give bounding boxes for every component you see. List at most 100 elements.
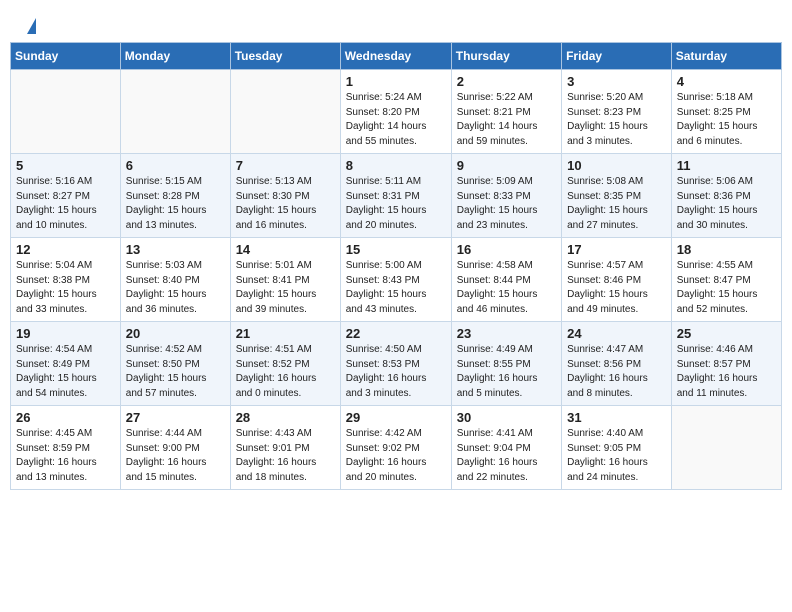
- calendar-cell: 7Sunrise: 5:13 AM Sunset: 8:30 PM Daylig…: [230, 154, 340, 238]
- calendar-cell: 4 Sunrise: 5:18 AM Sunset: 8:25 PM Daylig…: [671, 70, 781, 154]
- day-number: 8: [346, 158, 446, 173]
- calendar-cell: 2Sunrise: 5:22 AM Sunset: 8:21 PM Daylig…: [451, 70, 561, 154]
- day-number: 20: [126, 326, 225, 341]
- cell-sun-info: Sunrise: 5:20 AM Sunset: 8:23 PM Dayligh…: [567, 91, 666, 149]
- cell-sun-info: Sunrise: 5:16 AM Sunset: 8:27 PM Dayligh…: [16, 175, 115, 233]
- cell-sun-info: Sunrise: 4:51 AM Sunset: 8:52 PM Dayligh…: [236, 343, 335, 401]
- day-number: 25: [677, 326, 776, 341]
- day-number: 5: [16, 158, 115, 173]
- day-number: 22: [346, 326, 446, 341]
- cell-sun-info: Sunrise: 5:01 AM Sunset: 8:41 PM Dayligh…: [236, 259, 335, 317]
- calendar-cell: 18Sunrise: 4:55 AM Sunset: 8:47 PM Dayli…: [671, 238, 781, 322]
- day-number: 13: [126, 242, 225, 257]
- calendar-cell: 24 Sunrise: 4:47 AM Sunset: 8:56 PM Dayli…: [562, 322, 672, 406]
- cell-sun-info: Sunrise: 4:40 AM Sunset: 9:05 PM Dayligh…: [567, 427, 666, 485]
- calendar-cell: 20 Sunrise: 4:52 AM Sunset: 8:50 PM Dayli…: [120, 322, 230, 406]
- calendar-week-row: 19 Sunrise: 4:54 AM Sunset: 8:49 PM Dayli…: [11, 322, 782, 406]
- calendar-cell: 28 Sunrise: 4:43 AM Sunset: 9:01 PM Dayli…: [230, 406, 340, 490]
- cell-sun-info: Sunrise: 4:57 AM Sunset: 8:46 PM Dayligh…: [567, 259, 666, 317]
- calendar-cell: [120, 70, 230, 154]
- cell-sun-info: Sunrise: 4:52 AM Sunset: 8:50 PM Dayligh…: [126, 343, 225, 401]
- day-number: 23: [457, 326, 556, 341]
- cell-sun-info: Sunrise: 4:44 AM Sunset: 9:00 PM Dayligh…: [126, 427, 225, 485]
- cell-sun-info: Sunrise: 5:24 AM Sunset: 8:20 PM Dayligh…: [346, 91, 446, 149]
- calendar-cell: [671, 406, 781, 490]
- day-number: 4: [677, 74, 776, 89]
- weekday-header: Monday: [120, 43, 230, 70]
- calendar-table: SundayMondayTuesdayWednesdayThursdayFrid…: [10, 42, 782, 490]
- weekday-header: Wednesday: [340, 43, 451, 70]
- cell-sun-info: Sunrise: 4:54 AM Sunset: 8:49 PM Dayligh…: [16, 343, 115, 401]
- calendar-cell: 10 Sunrise: 5:08 AM Sunset: 8:35 PM Dayli…: [562, 154, 672, 238]
- day-number: 1: [346, 74, 446, 89]
- day-number: 6: [126, 158, 225, 173]
- cell-sun-info: Sunrise: 4:45 AM Sunset: 8:59 PM Dayligh…: [16, 427, 115, 485]
- calendar-cell: 16Sunrise: 4:58 AM Sunset: 8:44 PM Dayli…: [451, 238, 561, 322]
- calendar-cell: 31 Sunrise: 4:40 AM Sunset: 9:05 PM Dayli…: [562, 406, 672, 490]
- calendar-cell: 9 Sunrise: 5:09 AM Sunset: 8:33 PM Daylig…: [451, 154, 561, 238]
- day-number: 14: [236, 242, 335, 257]
- day-number: 24: [567, 326, 666, 341]
- calendar-cell: 11 Sunrise: 5:06 AM Sunset: 8:36 PM Dayli…: [671, 154, 781, 238]
- cell-sun-info: Sunrise: 4:47 AM Sunset: 8:56 PM Dayligh…: [567, 343, 666, 401]
- day-number: 11: [677, 158, 776, 173]
- day-number: 28: [236, 410, 335, 425]
- day-number: 10: [567, 158, 666, 173]
- cell-sun-info: Sunrise: 5:06 AM Sunset: 8:36 PM Dayligh…: [677, 175, 776, 233]
- day-number: 19: [16, 326, 115, 341]
- calendar-cell: 13 Sunrise: 5:03 AM Sunset: 8:40 PM Dayli…: [120, 238, 230, 322]
- page-header: [0, 0, 792, 42]
- logo: [24, 18, 36, 34]
- calendar-cell: 8Sunrise: 5:11 AM Sunset: 8:31 PM Daylig…: [340, 154, 451, 238]
- day-number: 2: [457, 74, 556, 89]
- calendar-cell: 29 Sunrise: 4:42 AM Sunset: 9:02 PM Dayli…: [340, 406, 451, 490]
- calendar-cell: 30 Sunrise: 4:41 AM Sunset: 9:04 PM Dayli…: [451, 406, 561, 490]
- cell-sun-info: Sunrise: 4:50 AM Sunset: 8:53 PM Dayligh…: [346, 343, 446, 401]
- cell-sun-info: Sunrise: 5:18 AM Sunset: 8:25 PM Dayligh…: [677, 91, 776, 149]
- cell-sun-info: Sunrise: 4:43 AM Sunset: 9:01 PM Dayligh…: [236, 427, 335, 485]
- day-number: 3: [567, 74, 666, 89]
- calendar-cell: 12 Sunrise: 5:04 AM Sunset: 8:38 PM Dayli…: [11, 238, 121, 322]
- weekday-header: Sunday: [11, 43, 121, 70]
- cell-sun-info: Sunrise: 5:15 AM Sunset: 8:28 PM Dayligh…: [126, 175, 225, 233]
- calendar-cell: 6 Sunrise: 5:15 AM Sunset: 8:28 PM Daylig…: [120, 154, 230, 238]
- day-number: 12: [16, 242, 115, 257]
- day-number: 30: [457, 410, 556, 425]
- day-number: 15: [346, 242, 446, 257]
- cell-sun-info: Sunrise: 5:08 AM Sunset: 8:35 PM Dayligh…: [567, 175, 666, 233]
- cell-sun-info: Sunrise: 4:49 AM Sunset: 8:55 PM Dayligh…: [457, 343, 556, 401]
- calendar-cell: 14 Sunrise: 5:01 AM Sunset: 8:41 PM Dayli…: [230, 238, 340, 322]
- calendar-cell: 27Sunrise: 4:44 AM Sunset: 9:00 PM Dayli…: [120, 406, 230, 490]
- cell-sun-info: Sunrise: 5:04 AM Sunset: 8:38 PM Dayligh…: [16, 259, 115, 317]
- day-number: 31: [567, 410, 666, 425]
- weekday-header: Saturday: [671, 43, 781, 70]
- day-number: 7: [236, 158, 335, 173]
- cell-sun-info: Sunrise: 4:46 AM Sunset: 8:57 PM Dayligh…: [677, 343, 776, 401]
- calendar-cell: 17 Sunrise: 4:57 AM Sunset: 8:46 PM Dayli…: [562, 238, 672, 322]
- day-number: 29: [346, 410, 446, 425]
- calendar-week-row: 26 Sunrise: 4:45 AM Sunset: 8:59 PM Dayli…: [11, 406, 782, 490]
- cell-sun-info: Sunrise: 5:09 AM Sunset: 8:33 PM Dayligh…: [457, 175, 556, 233]
- day-number: 21: [236, 326, 335, 341]
- day-number: 26: [16, 410, 115, 425]
- cell-sun-info: Sunrise: 5:00 AM Sunset: 8:43 PM Dayligh…: [346, 259, 446, 317]
- calendar-cell: 22 Sunrise: 4:50 AM Sunset: 8:53 PM Dayli…: [340, 322, 451, 406]
- cell-sun-info: Sunrise: 5:03 AM Sunset: 8:40 PM Dayligh…: [126, 259, 225, 317]
- cell-sun-info: Sunrise: 4:41 AM Sunset: 9:04 PM Dayligh…: [457, 427, 556, 485]
- calendar-week-row: 5 Sunrise: 5:16 AM Sunset: 8:27 PM Daylig…: [11, 154, 782, 238]
- calendar-cell: 19 Sunrise: 4:54 AM Sunset: 8:49 PM Dayli…: [11, 322, 121, 406]
- weekday-header: Thursday: [451, 43, 561, 70]
- day-number: 9: [457, 158, 556, 173]
- day-number: 17: [567, 242, 666, 257]
- calendar-header-row: SundayMondayTuesdayWednesdayThursdayFrid…: [11, 43, 782, 70]
- logo-icon: [27, 18, 36, 34]
- cell-sun-info: Sunrise: 4:42 AM Sunset: 9:02 PM Dayligh…: [346, 427, 446, 485]
- calendar-cell: [11, 70, 121, 154]
- calendar-cell: 5 Sunrise: 5:16 AM Sunset: 8:27 PM Daylig…: [11, 154, 121, 238]
- calendar-cell: 26 Sunrise: 4:45 AM Sunset: 8:59 PM Dayli…: [11, 406, 121, 490]
- calendar-cell: 15 Sunrise: 5:00 AM Sunset: 8:43 PM Dayli…: [340, 238, 451, 322]
- calendar-cell: 1 Sunrise: 5:24 AM Sunset: 8:20 PM Daylig…: [340, 70, 451, 154]
- cell-sun-info: Sunrise: 4:55 AM Sunset: 8:47 PM Dayligh…: [677, 259, 776, 317]
- calendar-cell: 25 Sunrise: 4:46 AM Sunset: 8:57 PM Dayli…: [671, 322, 781, 406]
- cell-sun-info: Sunrise: 4:58 AM Sunset: 8:44 PM Dayligh…: [457, 259, 556, 317]
